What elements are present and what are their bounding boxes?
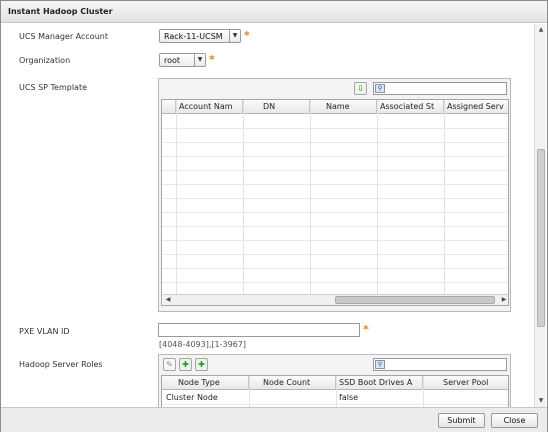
row-divider	[162, 170, 508, 171]
column-divider	[243, 100, 244, 305]
hadoop-server-roles-label: Hadoop Server Roles	[19, 360, 103, 369]
add-row-icon[interactable]: ✚	[195, 358, 208, 371]
row-divider	[162, 156, 508, 157]
submit-button[interactable]: Submit	[438, 413, 485, 428]
sp-template-table-header: Account Nam DN Name Associated St Assign…	[162, 100, 508, 114]
row-divider	[162, 254, 508, 255]
close-button[interactable]: Close	[491, 413, 538, 428]
chevron-down-icon[interactable]: ▼	[194, 54, 205, 66]
pxe-vlan-id-input[interactable]	[158, 323, 360, 337]
scroll-right-icon[interactable]: ▶	[499, 295, 508, 305]
scroll-up-icon[interactable]: ▲	[535, 24, 547, 36]
chevron-down-icon[interactable]: ▼	[229, 30, 240, 42]
organization-value: root	[164, 56, 181, 65]
row-ssd-boot-drives[interactable]: false	[339, 393, 358, 402]
organization-select[interactable]: root ▼	[159, 53, 206, 67]
row-divider	[162, 226, 508, 227]
sp-template-horizontal-scrollbar[interactable]: ◀ ▶	[163, 294, 508, 305]
ucs-manager-account-label: UCS Manager Account	[19, 32, 108, 41]
sp-template-table: Account Nam DN Name Associated St Assign…	[161, 99, 509, 306]
col-ssd-boot-drives[interactable]: SSD Boot Drives A	[336, 376, 423, 390]
column-divider	[336, 376, 337, 407]
col-account-name[interactable]: Account Nam	[176, 100, 243, 114]
dialog-title-bar: Instant Hadoop Cluster	[1, 1, 547, 23]
column-divider	[310, 100, 311, 305]
column-divider	[423, 376, 424, 407]
column-divider	[176, 100, 177, 305]
required-marker: *	[363, 323, 369, 336]
row-divider	[162, 142, 508, 143]
row-divider	[162, 240, 508, 241]
ucs-manager-account-value: Rack-11-UCSM	[164, 32, 223, 41]
row-divider	[162, 128, 508, 129]
row-divider	[162, 404, 508, 405]
dialog-footer: Submit Close	[1, 407, 547, 432]
pxe-vlan-id-label: PXE VLAN ID	[19, 327, 70, 336]
organization-label: Organization	[19, 56, 71, 65]
server-roles-search-input[interactable]: ⚲	[373, 358, 507, 371]
col-assigned-server[interactable]: Assigned Serv	[444, 100, 508, 114]
column-divider	[377, 100, 378, 305]
search-icon: ⚲	[375, 360, 385, 369]
scroll-thumb[interactable]	[335, 296, 495, 304]
col-node-count[interactable]: Node Count	[249, 376, 336, 390]
row-node-type[interactable]: Cluster Node	[166, 393, 218, 402]
edit-icon[interactable]: ✎	[163, 358, 176, 371]
hadoop-server-roles-panel: ✎ ✚ ✚ ⚲ Node Type Node Count SSD Boot Dr…	[158, 354, 511, 407]
pxe-vlan-id-hint: [4048-4093],[1-3967]	[159, 340, 246, 349]
export-icon[interactable]: ⇩	[354, 82, 367, 95]
col-name[interactable]: Name	[310, 100, 377, 114]
ucs-manager-account-select[interactable]: Rack-11-UCSM ▼	[159, 29, 241, 43]
col-associated-state[interactable]: Associated St	[377, 100, 444, 114]
scroll-down-icon[interactable]: ▼	[535, 395, 547, 407]
row-selector-header	[162, 100, 176, 114]
column-divider	[249, 376, 250, 407]
scroll-thumb[interactable]	[537, 149, 545, 327]
search-icon: ⚲	[375, 84, 385, 93]
instant-hadoop-cluster-dialog: Instant Hadoop Cluster UCS Manager Accou…	[0, 0, 548, 432]
dialog-content: UCS Manager Account Rack-11-UCSM ▼ * Org…	[1, 24, 533, 407]
dialog-vertical-scrollbar[interactable]: ▲ ▼	[534, 24, 546, 407]
dialog-title: Instant Hadoop Cluster	[8, 7, 113, 16]
ucs-sp-template-label: UCS SP Template	[19, 83, 88, 92]
col-node-type[interactable]: Node Type	[162, 376, 249, 390]
column-divider	[444, 100, 445, 305]
col-dn[interactable]: DN	[243, 100, 310, 114]
sp-template-search-input[interactable]: ⚲	[373, 82, 507, 95]
server-roles-table: Node Type Node Count SSD Boot Drives A S…	[161, 375, 509, 407]
row-divider	[162, 184, 508, 185]
col-server-pool[interactable]: Server Pool	[423, 376, 508, 390]
row-divider	[162, 198, 508, 199]
required-marker: *	[244, 29, 250, 42]
row-divider	[162, 282, 508, 283]
ucs-sp-template-panel: ⇩ ⚲ Account Nam DN Name Associated St As…	[158, 78, 511, 312]
row-divider	[162, 212, 508, 213]
row-divider	[162, 268, 508, 269]
required-marker: *	[209, 53, 215, 66]
add-icon[interactable]: ✚	[179, 358, 192, 371]
scroll-left-icon[interactable]: ◀	[163, 295, 173, 305]
